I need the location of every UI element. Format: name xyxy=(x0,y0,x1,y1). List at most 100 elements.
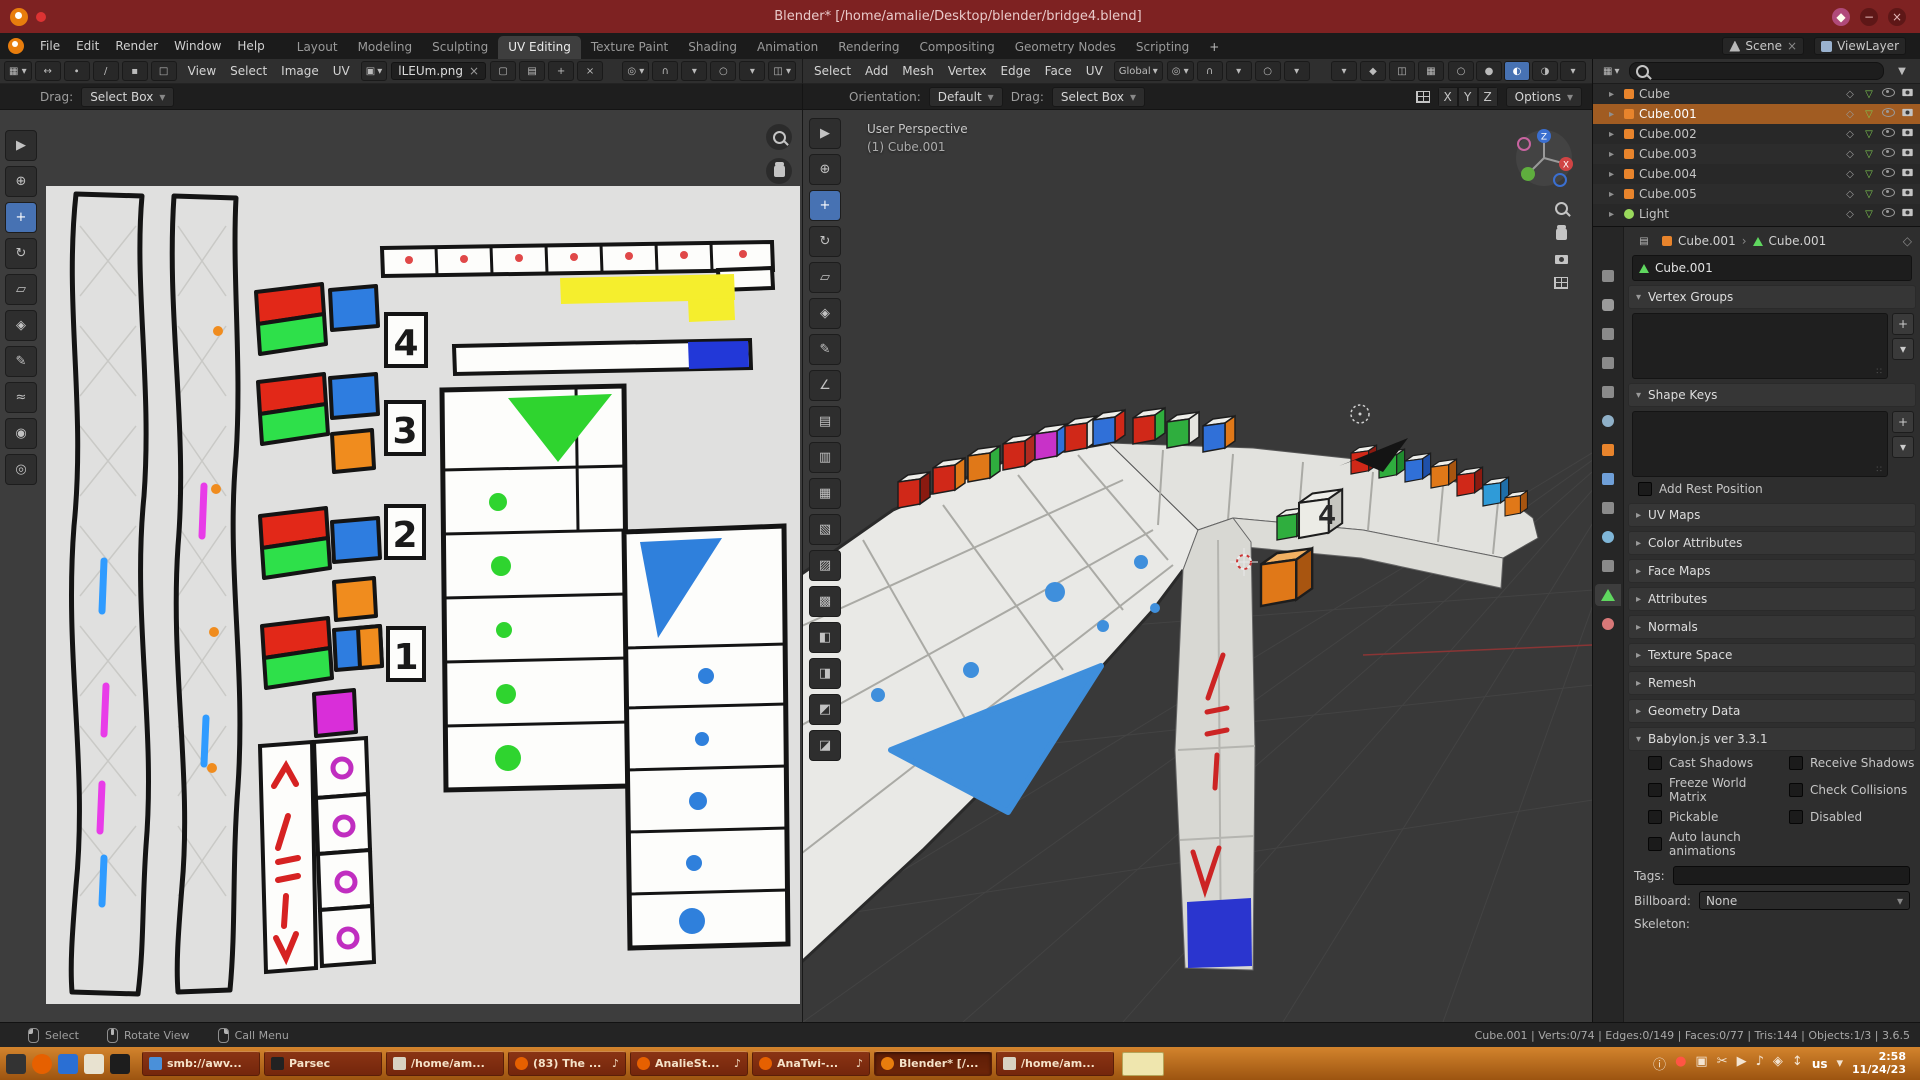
receive-shadows-checkbox[interactable] xyxy=(1789,756,1803,770)
taskbar-window-home-am[interactable]: /home/am... xyxy=(386,1051,504,1076)
workspace-tab-uv-editing[interactable]: UV Editing xyxy=(498,36,581,59)
workspace-tab-animation[interactable]: Animation xyxy=(747,36,828,59)
smooth-tool[interactable]: ◩ xyxy=(809,694,841,725)
snap-settings-button[interactable]: ▾ xyxy=(681,61,707,81)
cursor-tool[interactable]: ⊕ xyxy=(809,154,841,185)
vp-menu-add[interactable]: Add xyxy=(858,62,895,80)
vp-drag-mode-dropdown[interactable]: Select Box▾ xyxy=(1052,87,1145,107)
scene-unlink-icon[interactable]: × xyxy=(1787,39,1797,53)
show-gizmo-button[interactable]: ◆ xyxy=(1360,61,1386,81)
properties-tab-object-data[interactable] xyxy=(1595,584,1621,606)
vp-menu-face[interactable]: Face xyxy=(1038,62,1079,80)
breadcrumb-data[interactable]: Cube.001 xyxy=(1769,234,1827,248)
select-mode-edge-button[interactable]: / xyxy=(93,61,119,81)
panel-texture-space[interactable]: ▸ Texture Space xyxy=(1628,643,1916,667)
panel-vertex-groups[interactable]: ▾ Vertex Groups xyxy=(1628,285,1916,309)
properties-tab-render[interactable] xyxy=(1595,294,1621,316)
keyboard-layout-indicator[interactable]: us xyxy=(1812,1057,1828,1071)
mirror-y-button[interactable]: Y xyxy=(1458,87,1478,107)
image-pack-button[interactable]: ▤ xyxy=(519,61,545,81)
outliner-row-cube-004[interactable]: ▸ Cube.004 ◇ ▽ xyxy=(1593,164,1920,184)
image-display-button[interactable]: ◫ ▾ xyxy=(768,61,796,81)
outliner-row-cube-002[interactable]: ▸ Cube.002 ◇ ▽ xyxy=(1593,124,1920,144)
uv-sync-select-toggle[interactable]: ↔ xyxy=(35,61,61,81)
shading-settings-button[interactable]: ▾ xyxy=(1560,61,1586,81)
panel-remesh[interactable]: ▸ Remesh xyxy=(1628,671,1916,695)
menu-render[interactable]: Render xyxy=(107,37,166,55)
workspace-tab-shading[interactable]: Shading xyxy=(678,36,747,59)
disable-in-render-toggle[interactable] xyxy=(1900,208,1914,220)
shading-rendered-button[interactable]: ◑ xyxy=(1532,61,1558,81)
image-unlink-button[interactable]: × xyxy=(577,61,603,81)
vp-menu-edge[interactable]: Edge xyxy=(993,62,1037,80)
properties-tab-physics[interactable] xyxy=(1595,526,1621,548)
vertex-group-add-button[interactable]: + xyxy=(1892,313,1914,335)
show-object-types-button[interactable]: ▾ xyxy=(1331,61,1357,81)
properties-tab-constraints[interactable] xyxy=(1595,555,1621,577)
show-overlays-button[interactable]: ◫ xyxy=(1389,61,1415,81)
viewport-camera-button[interactable] xyxy=(1555,253,1568,267)
workspace-tab-layout[interactable]: Layout xyxy=(287,36,348,59)
select-box-tool[interactable]: ▶ xyxy=(809,118,841,149)
uv-editor-canvas[interactable]: 4 3 2 1 xyxy=(0,110,802,1022)
resize-grip-icon[interactable]: ∷ xyxy=(1876,367,1884,377)
uv-menu-view[interactable]: View xyxy=(181,62,223,80)
shrink-fatten-tool[interactable]: ◪ xyxy=(809,730,841,761)
pickable-checkbox[interactable] xyxy=(1648,810,1662,824)
check-collisions-checkbox[interactable] xyxy=(1789,783,1803,797)
properties-tab-view-layer[interactable] xyxy=(1595,352,1621,374)
shading-wireframe-button[interactable]: ○ xyxy=(1448,61,1474,81)
info-icon[interactable]: ⓘ xyxy=(1653,1054,1666,1073)
vertex-groups-listbox[interactable] xyxy=(1632,313,1888,379)
disable-in-render-toggle[interactable] xyxy=(1900,188,1914,200)
vp-menu-uv[interactable]: UV xyxy=(1079,62,1110,80)
viewport-pan-button[interactable] xyxy=(1556,228,1567,243)
disable-in-render-toggle[interactable] xyxy=(1900,128,1914,140)
resize-grip-icon[interactable]: ∷ xyxy=(1876,465,1884,475)
select-box-tool[interactable]: ▶ xyxy=(5,130,37,161)
workspace-tab-rendering[interactable]: Rendering xyxy=(828,36,909,59)
measure-tool[interactable]: ∠ xyxy=(809,370,841,401)
workspace-tab-sculpting[interactable]: Sculpting xyxy=(422,36,498,59)
inset-faces-tool[interactable]: ▦ xyxy=(809,478,841,509)
auto-launch-animations-checkbox[interactable] xyxy=(1648,837,1662,851)
expand-icon[interactable]: ▸ xyxy=(1609,129,1619,140)
pivot-point-button[interactable]: ◎ ▾ xyxy=(1167,61,1194,81)
mail-icon[interactable] xyxy=(58,1054,78,1074)
properties-tab-world[interactable] xyxy=(1595,410,1621,432)
hide-in-viewport-toggle[interactable] xyxy=(1881,148,1895,160)
shading-solid-button[interactable]: ● xyxy=(1476,61,1502,81)
snap-settings-button[interactable]: ▾ xyxy=(1226,61,1252,81)
transform-orientation-button[interactable]: Global ▾ xyxy=(1114,61,1163,81)
mirror-z-button[interactable]: Z xyxy=(1478,87,1498,107)
hide-in-viewport-toggle[interactable] xyxy=(1881,168,1895,180)
hide-in-viewport-toggle[interactable] xyxy=(1881,188,1895,200)
uv-pan-button[interactable] xyxy=(766,158,792,184)
notification-icon[interactable]: ● xyxy=(1675,1054,1686,1073)
taskbar-window-parsec[interactable]: Parsec xyxy=(264,1051,382,1076)
uv-menu-image[interactable]: Image xyxy=(274,62,326,80)
minimize-button[interactable]: − xyxy=(1860,8,1878,26)
add-workspace-button[interactable]: + xyxy=(1199,36,1229,59)
hide-in-viewport-toggle[interactable] xyxy=(1881,88,1895,100)
workspace-tab-scripting[interactable]: Scripting xyxy=(1126,36,1199,59)
properties-tab-modifiers[interactable] xyxy=(1595,468,1621,490)
extrude-tool[interactable]: ▥ xyxy=(809,442,841,473)
select-mode-island-button[interactable]: □ xyxy=(151,61,177,81)
hide-in-viewport-toggle[interactable] xyxy=(1881,128,1895,140)
panel-uv-maps[interactable]: ▸ UV Maps xyxy=(1628,503,1916,527)
window-menu-button[interactable]: ◆ xyxy=(1832,8,1850,26)
workspace-tab-geometry-nodes[interactable]: Geometry Nodes xyxy=(1005,36,1126,59)
panel-babylon[interactable]: ▾ Babylon.js ver 3.3.1 xyxy=(1628,727,1916,751)
panel-shape-keys[interactable]: ▾ Shape Keys xyxy=(1628,383,1916,407)
hide-in-viewport-toggle[interactable] xyxy=(1881,208,1895,220)
transform-tool[interactable]: ◈ xyxy=(809,298,841,329)
view-layer-selector[interactable]: ViewLayer xyxy=(1814,37,1906,55)
disable-in-render-toggle[interactable] xyxy=(1900,168,1914,180)
uv-menu-select[interactable]: Select xyxy=(223,62,274,80)
snap-toggle[interactable]: ∩ xyxy=(1197,61,1223,81)
files-icon[interactable] xyxy=(84,1054,104,1074)
mirror-grid-icon[interactable] xyxy=(1416,91,1430,103)
disable-in-render-toggle[interactable] xyxy=(1900,88,1914,100)
image-name-field[interactable]: lLEUm.png × xyxy=(391,62,486,80)
